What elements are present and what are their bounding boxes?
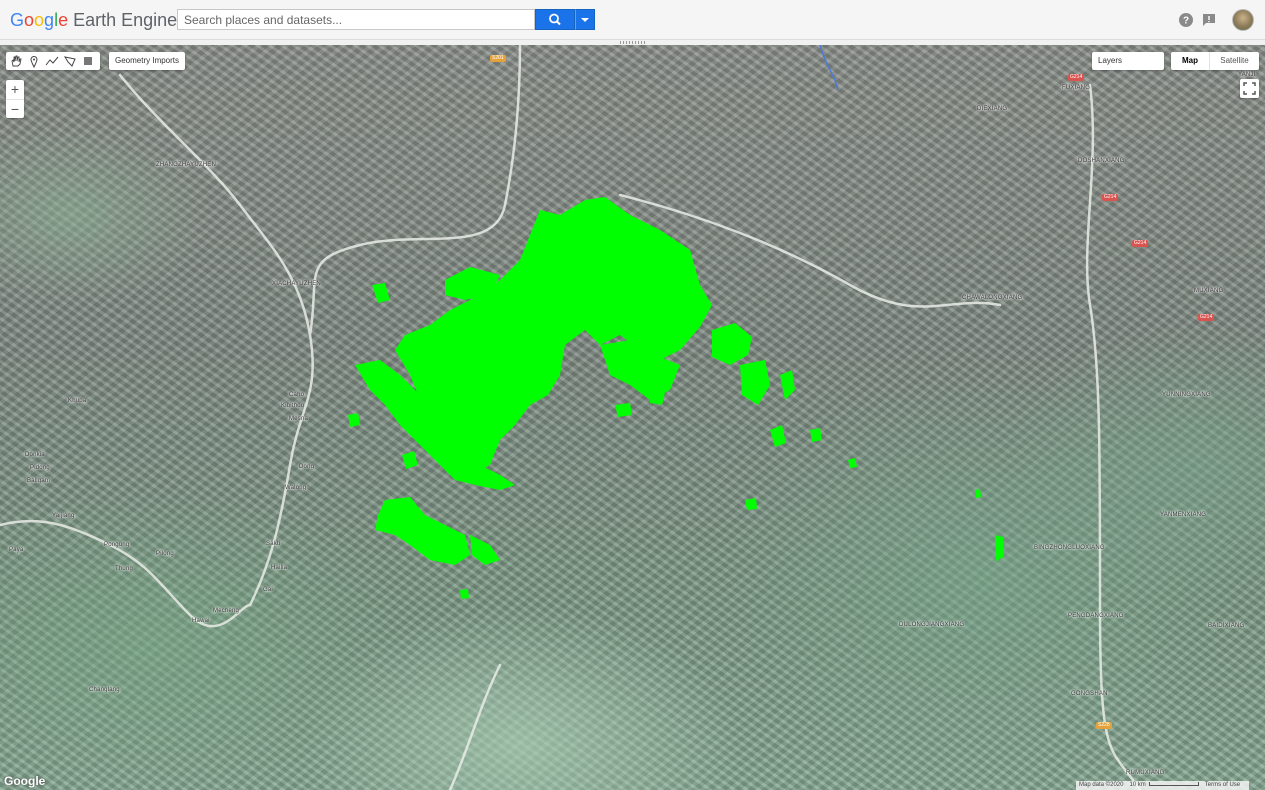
place-label: Pilong — [156, 551, 174, 557]
place-label: Hailla — [271, 565, 288, 571]
draw-polygon-icon[interactable] — [62, 53, 78, 69]
draw-line-icon[interactable] — [44, 53, 60, 69]
panel-resize-handle[interactable] — [620, 41, 646, 44]
place-label: Changlang — [89, 687, 120, 693]
place-label: DOSHANXIANG — [1078, 158, 1125, 164]
place-label: ZHANGZHAYUZHEN — [156, 162, 217, 168]
fullscreen-icon — [1243, 82, 1256, 95]
road-shield: S201 — [490, 55, 506, 62]
place-label: Thung — [115, 566, 134, 572]
place-label: Paya — [9, 547, 24, 553]
drawing-tools — [6, 52, 100, 70]
road-shield: S228 — [1096, 722, 1112, 729]
place-label: YANMENXIANG — [1160, 512, 1207, 518]
earth-engine-logo[interactable]: Google Earth Engine — [10, 9, 177, 31]
road-shield: G214 — [1068, 74, 1085, 81]
place-label: GONGSHAN — [1071, 691, 1108, 697]
place-label: Yaijiang — [52, 513, 75, 519]
place-label: Caho — [289, 392, 305, 398]
search-options-dropdown[interactable] — [575, 9, 595, 30]
search-input[interactable] — [177, 9, 535, 30]
map-data-text: Map data ©2020 — [1079, 782, 1124, 788]
place-label: Mesna — [289, 416, 309, 422]
zoom-in-button[interactable]: + — [6, 80, 24, 98]
map-type-map-button[interactable]: Map — [1171, 52, 1210, 70]
map-type-satellite-button[interactable]: Satellite — [1210, 52, 1259, 70]
place-label: Walong — [285, 485, 307, 491]
pan-hand-icon[interactable] — [8, 53, 24, 69]
app-header: GoogleEarth Engine ? — [0, 0, 1265, 40]
place-label: BINGZHONGLUOXIANG — [1034, 545, 1105, 551]
place-label: Pongung — [104, 542, 130, 548]
search-icon — [549, 13, 561, 26]
place-label: Pidong — [30, 465, 50, 471]
google-map-logo: Google — [4, 774, 46, 788]
geometry-imports-button[interactable]: Geometry Imports — [109, 52, 186, 70]
scale-bar — [1148, 782, 1199, 787]
green-overlay-layer — [348, 197, 1004, 599]
place-label: MUXIANG — [1194, 288, 1224, 294]
zoom-control: + − — [6, 80, 24, 118]
place-label: YANJI — [1238, 72, 1256, 78]
add-marker-icon[interactable] — [26, 53, 42, 69]
place-label: DIEXIANG — [977, 106, 1008, 112]
road-shield: G214 — [1198, 314, 1215, 321]
place-label: FUXIANG — [1062, 85, 1091, 91]
place-label: Dong — [299, 464, 315, 470]
place-label: PENGDANGXIANG — [1068, 613, 1124, 619]
place-label: Hawai — [192, 618, 210, 624]
svg-text:?: ? — [1183, 16, 1189, 27]
place-label: YUNNINGXIANG — [1162, 392, 1211, 398]
map-canvas[interactable]: ZHANGZHAYUZHEN XIACHAYUZHEN Caho Kibitho… — [0, 45, 1265, 790]
account-avatar[interactable] — [1232, 9, 1254, 31]
fullscreen-button[interactable] — [1240, 79, 1259, 98]
place-label: Kibithoo — [281, 403, 305, 409]
place-label: CHAWALONGXIANG — [962, 295, 1023, 301]
place-label: Mecheng — [213, 608, 240, 614]
map-type-control: Map Satellite — [1171, 52, 1259, 70]
place-label: Donkia — [25, 452, 45, 458]
feedback-icon[interactable] — [1201, 12, 1217, 28]
layers-button[interactable]: Layers — [1092, 52, 1164, 70]
caret-down-icon — [581, 18, 589, 22]
scale-label: 10 km — [1129, 782, 1146, 788]
product-name: Earth Engine — [73, 10, 178, 30]
place-label: RUMUXIANG — [1126, 770, 1165, 776]
place-label: Khupa — [68, 398, 87, 404]
place-label: DULONGJIANGXIANG — [899, 622, 965, 628]
place-label: Gai — [263, 587, 273, 593]
place-label: Sakti — [266, 541, 281, 547]
place-label: Ballgam — [27, 478, 51, 484]
google-wordmark: Google — [10, 10, 69, 30]
road-shield: G214 — [1102, 194, 1119, 201]
search-button[interactable] — [535, 9, 575, 30]
place-label: BAIDIXIANG — [1208, 623, 1245, 629]
map-attribution: Map data ©2020 10 km Terms of Use — [1076, 781, 1250, 790]
draw-rectangle-icon[interactable] — [80, 53, 96, 69]
zoom-out-button[interactable]: − — [6, 99, 24, 118]
place-label: XIACHAYUZHEN — [272, 281, 321, 287]
help-icon[interactable]: ? — [1178, 12, 1194, 28]
road-shield: G214 — [1132, 240, 1149, 247]
terms-link[interactable]: Terms of Use — [1205, 782, 1240, 788]
